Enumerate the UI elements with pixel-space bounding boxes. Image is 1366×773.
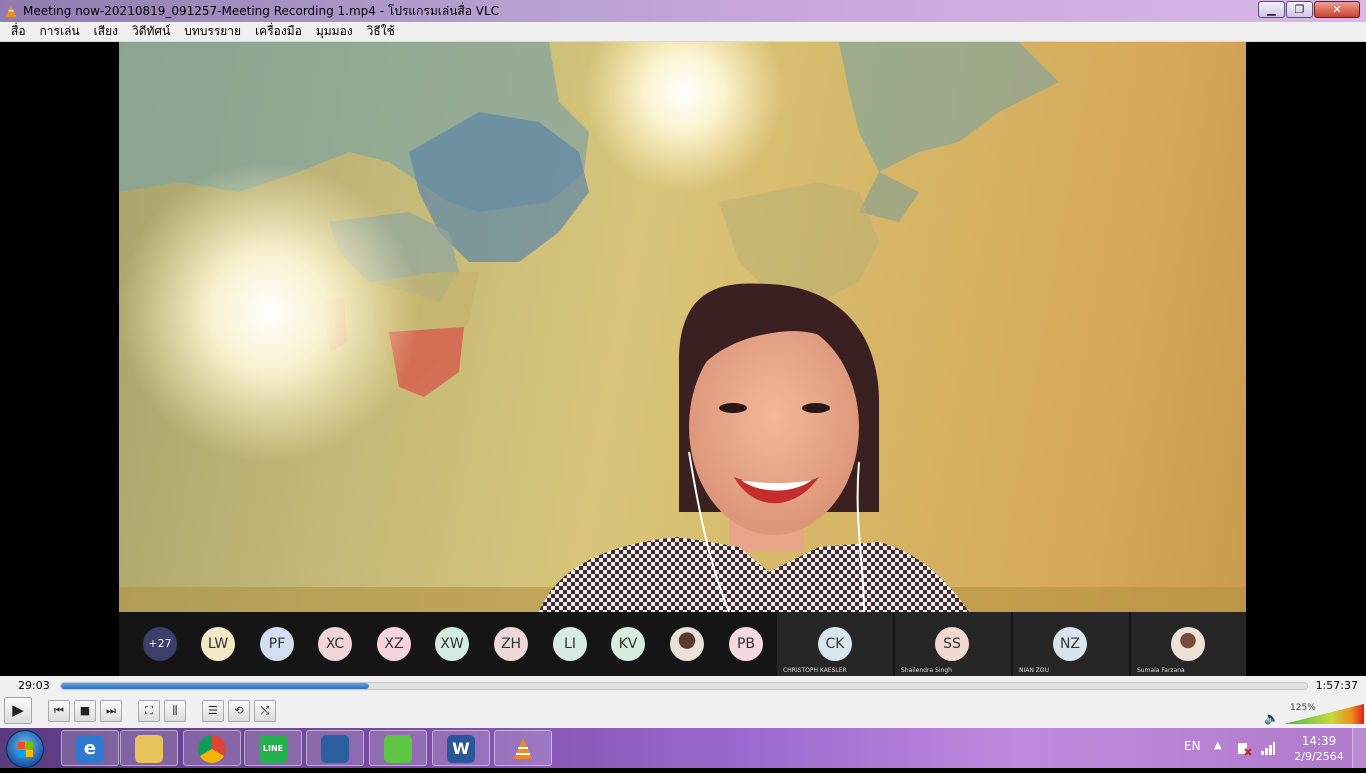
menu-view[interactable]: มุมมอง [313,22,356,41]
avatar[interactable]: PB [729,627,763,661]
avatar: CK [818,627,852,661]
participant-name: Shailendra Singh [901,667,952,674]
video-scene-image [119,42,1246,612]
participant-strip: +27 LW PF XC XZ XW ZH LI KV PB CK CHRIST… [119,612,1246,676]
line-icon: LINE [259,735,287,763]
folder-icon [135,735,163,763]
vlc-taskbar-icon [514,738,532,759]
player-controls: 29:03 1:57:37 ▶ ⏮ ■ ⏭ ⛶ ⫼ ☰ ⟲ ⤭ 🔈 125% [0,676,1366,728]
volume-icon[interactable]: 🔈 [1264,711,1279,725]
avatar[interactable]: LI [553,627,587,661]
participant-name: CHRISTOPH KAESLER [783,667,847,674]
menu-media[interactable]: สื่อ [8,22,29,41]
participant-tile[interactable]: NZ NIAN ZOU [1013,612,1129,676]
volume-slider[interactable] [1284,704,1364,724]
previous-button[interactable]: ⏮ [48,700,70,722]
windows-logo-icon [18,742,33,757]
taskbar-document-app[interactable] [306,730,364,766]
avatar: NZ [1053,627,1087,661]
participant-overflow[interactable]: +27 [143,627,177,661]
avatar[interactable]: XW [435,627,469,661]
action-center-icon[interactable] [1236,740,1252,756]
menu-audio[interactable]: เสียง [91,22,121,41]
avatar-photo[interactable] [670,627,704,661]
play-button[interactable]: ▶ [4,697,32,724]
window-title: Meeting now-20210819_091257-Meeting Reco… [23,3,500,18]
participant-tile[interactable]: Sumaia Farzana [1131,612,1246,676]
avatar[interactable]: LW [201,627,235,661]
taskbar-vlc[interactable] [494,730,552,766]
title-bar: Meeting now-20210819_091257-Meeting Reco… [0,0,1366,22]
taskbar-wechat[interactable] [369,730,427,766]
loop-button[interactable]: ⟲ [228,700,250,722]
show-hidden-icons-icon[interactable]: ▲ [1214,740,1222,751]
maximize-button[interactable]: ❐ [1286,1,1313,18]
avatar: SS [935,627,969,661]
participant-tile[interactable]: SS Shailendra Singh [895,612,1011,676]
taskbar-internet-explorer[interactable]: e [61,730,119,766]
document-icon [321,735,349,763]
show-desktop-button[interactable] [1352,728,1366,768]
menu-subtitle[interactable]: บทบรรยาย [181,22,244,41]
start-button[interactable] [6,730,44,768]
extended-settings-button[interactable]: ⫼ [164,700,186,722]
taskbar-file-explorer[interactable] [120,730,178,766]
avatar-photo [1171,627,1205,661]
video-frame [119,42,1246,612]
minimize-button[interactable]: ▁ [1258,1,1285,18]
avatar[interactable]: XC [318,627,352,661]
chrome-icon [198,735,226,763]
avatar[interactable]: KV [611,627,645,661]
taskbar-chrome[interactable] [183,730,241,766]
fullscreen-button[interactable]: ⛶ [138,700,160,722]
video-area[interactable]: +27 LW PF XC XZ XW ZH LI KV PB CK CHRIST… [0,42,1366,676]
avatar[interactable]: PF [260,627,294,661]
avatar[interactable]: ZH [494,627,528,661]
menu-bar: สื่อ การเล่น เสียง วิดีทัศน์ บทบรรยาย เค… [0,22,1366,42]
internet-explorer-icon: e [76,735,104,763]
wechat-icon [384,735,412,763]
avatar[interactable]: XZ [377,627,411,661]
taskbar: e LINE W EN ▲ 14:39 2/9/2564 [0,728,1366,768]
menu-help[interactable]: วิธีใช้ [364,22,398,41]
clock-date[interactable]: 2/9/2564 [1290,750,1348,763]
participant-name: Sumaia Farzana [1137,667,1185,674]
elapsed-time[interactable]: 29:03 [18,679,50,692]
seek-bar[interactable] [60,682,1308,690]
menu-tools[interactable]: เครื่องมือ [252,22,305,41]
menu-playback[interactable]: การเล่น [37,22,83,41]
close-button[interactable]: ✕ [1314,1,1360,18]
taskbar-line[interactable]: LINE [244,730,302,766]
seek-progress [61,683,369,689]
vlc-icon [6,5,16,17]
word-icon: W [447,735,475,763]
shuffle-button[interactable]: ⤭ [254,700,276,722]
menu-video[interactable]: วิดีทัศน์ [129,22,173,41]
participant-name: NIAN ZOU [1019,667,1049,674]
total-time[interactable]: 1:57:37 [1316,679,1358,692]
network-icon[interactable] [1260,740,1276,756]
participant-tile[interactable]: CK CHRISTOPH KAESLER [777,612,893,676]
language-indicator[interactable]: EN [1184,739,1201,753]
clock-time[interactable]: 14:39 [1294,734,1344,748]
taskbar-word[interactable]: W [432,730,490,766]
playlist-button[interactable]: ☰ [202,700,224,722]
next-button[interactable]: ⏭ [100,700,122,722]
stop-button[interactable]: ■ [74,700,96,722]
